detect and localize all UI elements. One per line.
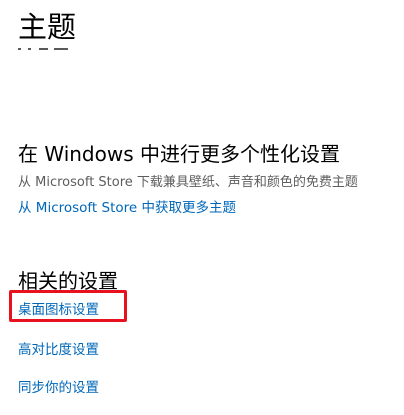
desktop-icon-settings-link[interactable]: 桌面图标设置 (18, 300, 99, 320)
theme-settings-page: 主题 在 Windows 中进行更多个性化设置 从 Microsoft Stor… (0, 0, 404, 415)
sync-settings-link[interactable]: 同步你的设置 (18, 378, 99, 398)
page-title: 主题 (18, 10, 77, 44)
store-section-heading: 在 Windows 中进行更多个性化设置 (18, 142, 340, 166)
store-section-description: 从 Microsoft Store 下载兼具壁纸、声音和颜色的免费主题 (18, 175, 358, 190)
clipped-content-edge (18, 43, 78, 53)
get-more-themes-link[interactable]: 从 Microsoft Store 中获取更多主题 (18, 198, 236, 218)
high-contrast-settings-link[interactable]: 高对比度设置 (18, 340, 99, 360)
